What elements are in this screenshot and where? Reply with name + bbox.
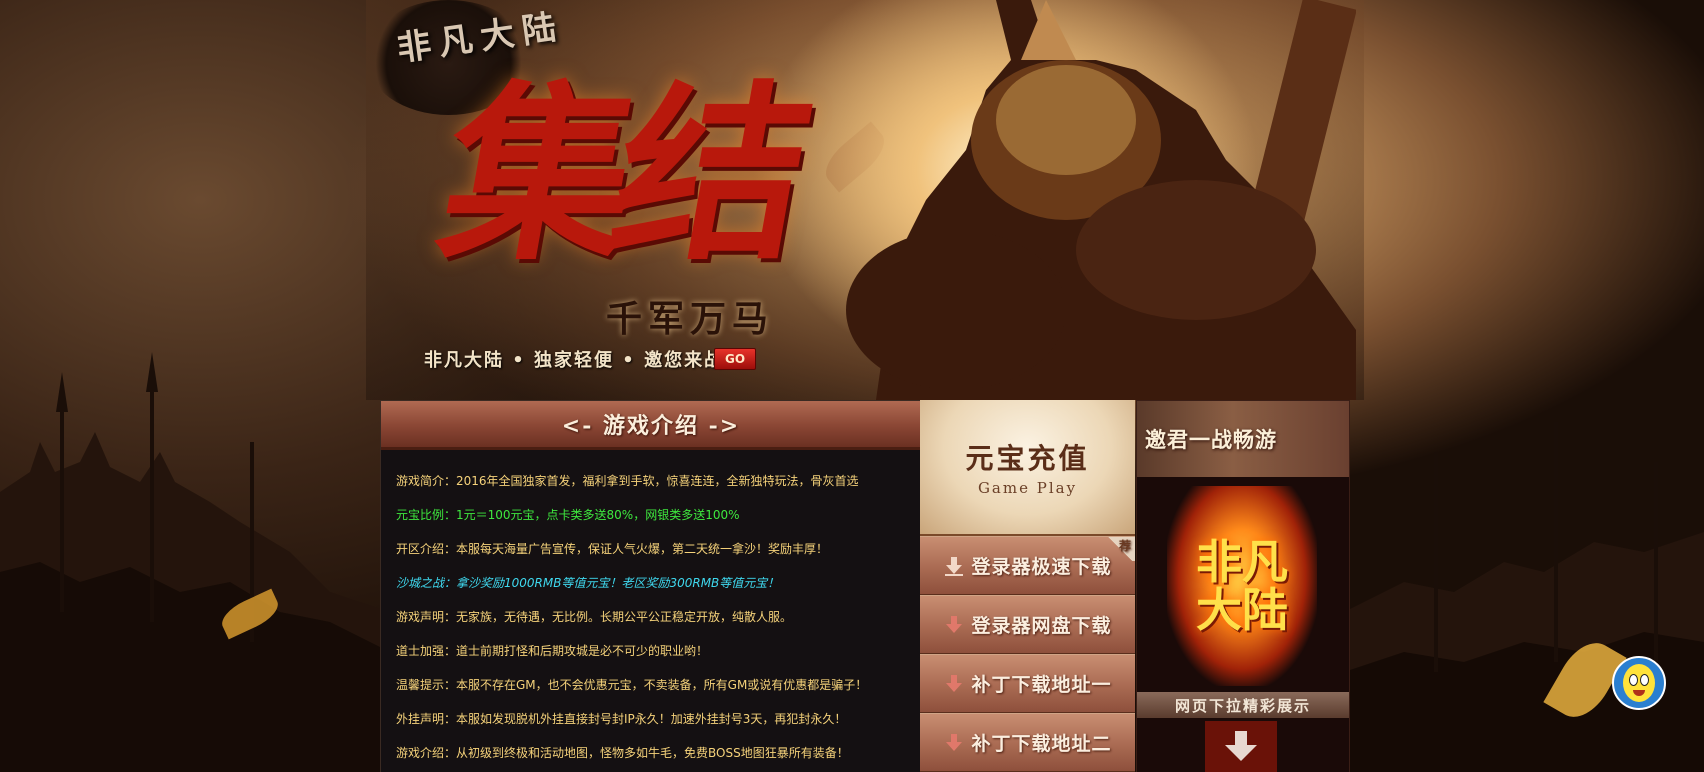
hero-subtitle: 千军万马 [606, 298, 775, 340]
download-label: 登录器极速下载 [971, 556, 1112, 578]
hero-title: 集结 [426, 63, 810, 286]
intro-item: 沙城之战：拿沙奖励1000RMB等值元宝！老区奖励300RMB等值元宝！ [396, 576, 780, 590]
promo-header[interactable]: 邀君一战畅游 [1137, 401, 1349, 477]
intro-item: 温馨提示：本服不存在GM，也不会优惠元宝，不卖装备，所有GM或说有优惠都是骗子！ [396, 678, 868, 692]
recommended-badge: 荐 [1105, 537, 1135, 561]
promo-flame-logo[interactable]: 非凡大陆 [1167, 486, 1317, 686]
game-intro-panel: <- 游戏介绍 -> 游戏简介：2016年全国独家首发，福利拿到手软，惊喜连连，… [380, 400, 922, 772]
download-label: 补丁下载地址二 [971, 733, 1112, 755]
hero-banner: 非凡大陆 集结 千军万马 非凡大陆 • 独家轻便 • 邀您来战 GO [366, 0, 1364, 400]
intro-item: 元宝比例：1元＝100元宝，点卡类多送80%，网银类多送100% [396, 508, 740, 522]
patch-download-1-button[interactable]: 补丁下载地址一 [920, 654, 1135, 713]
intro-item: 游戏介绍：从初级到终极和活动地图，怪物多如牛毛，免费BOSS地图狂暴所有装备！ [396, 746, 849, 760]
launcher-fast-download-button[interactable]: 登录器极速下载 荐 [920, 536, 1135, 595]
page-background: 非凡大陆 集结 千军万马 非凡大陆 • 独家轻便 • 邀您来战 GO <- 游戏… [0, 0, 1704, 772]
scroll-down-button[interactable] [1205, 721, 1277, 772]
recharge-title: 元宝充值 [965, 442, 1090, 475]
intro-item: 开区介绍：本服每天海量广告宣传，保证人气火爆，第二天统一拿沙！奖励丰厚！ [396, 542, 829, 556]
army-silhouette-left [0, 352, 390, 772]
promo-header-text: 邀君一战畅游 [1145, 427, 1277, 452]
army-silhouette-right [1344, 422, 1704, 772]
download-arrow-icon [946, 674, 963, 692]
recharge-subtitle: Game Play [977, 479, 1078, 497]
go-button[interactable]: GO [714, 348, 756, 370]
promo-panel: 邀君一战畅游 非凡大陆 网页下拉精彩展示 [1136, 400, 1350, 772]
download-label: 登录器网盘下载 [971, 615, 1112, 637]
download-arrow-icon [946, 615, 963, 633]
mascot-chat-widget[interactable] [1612, 656, 1666, 710]
download-arrow-icon [946, 733, 963, 751]
intro-item: 游戏声明：无家族，无待遇，无比例。长期公平公正稳定开放，纯散人服。 [396, 610, 793, 624]
warrior-illustration [846, 0, 1356, 400]
mascot-face-icon [1623, 664, 1655, 702]
intro-item: 游戏简介：2016年全国独家首发，福利拿到手软，惊喜连连，全新独特玩法，骨灰首选 [396, 474, 859, 488]
download-arrow-icon [945, 556, 964, 576]
promo-band: 网页下拉精彩展示 [1137, 692, 1349, 718]
recharge-panel: 元宝充值 Game Play 登录器极速下载 荐 登录器网盘下载 补丁下载地址一… [920, 400, 1135, 772]
down-arrow-icon [1225, 731, 1257, 761]
hero-tagline: 非凡大陆 • 独家轻便 • 邀您来战 [424, 350, 725, 371]
recharge-button[interactable]: 元宝充值 Game Play [920, 400, 1135, 536]
intro-list: 游戏简介：2016年全国独家首发，福利拿到手软，惊喜连连，全新独特玩法，骨灰首选… [381, 450, 921, 770]
intro-item: 道士加强：道士前期打怪和后期攻城是必不可少的职业哟！ [396, 644, 709, 658]
patch-download-2-button[interactable]: 补丁下载地址二 [920, 713, 1135, 772]
promo-flame-text: 非凡大陆 [1196, 534, 1288, 637]
intro-item: 外挂声明：本服如发现脱机外挂直接封号封IP永久！加速外挂封号3天，再犯封永久！ [396, 712, 847, 726]
launcher-cloud-download-button[interactable]: 登录器网盘下载 [920, 595, 1135, 654]
download-label: 补丁下载地址一 [971, 674, 1112, 696]
intro-header: <- 游戏介绍 -> [381, 401, 921, 450]
